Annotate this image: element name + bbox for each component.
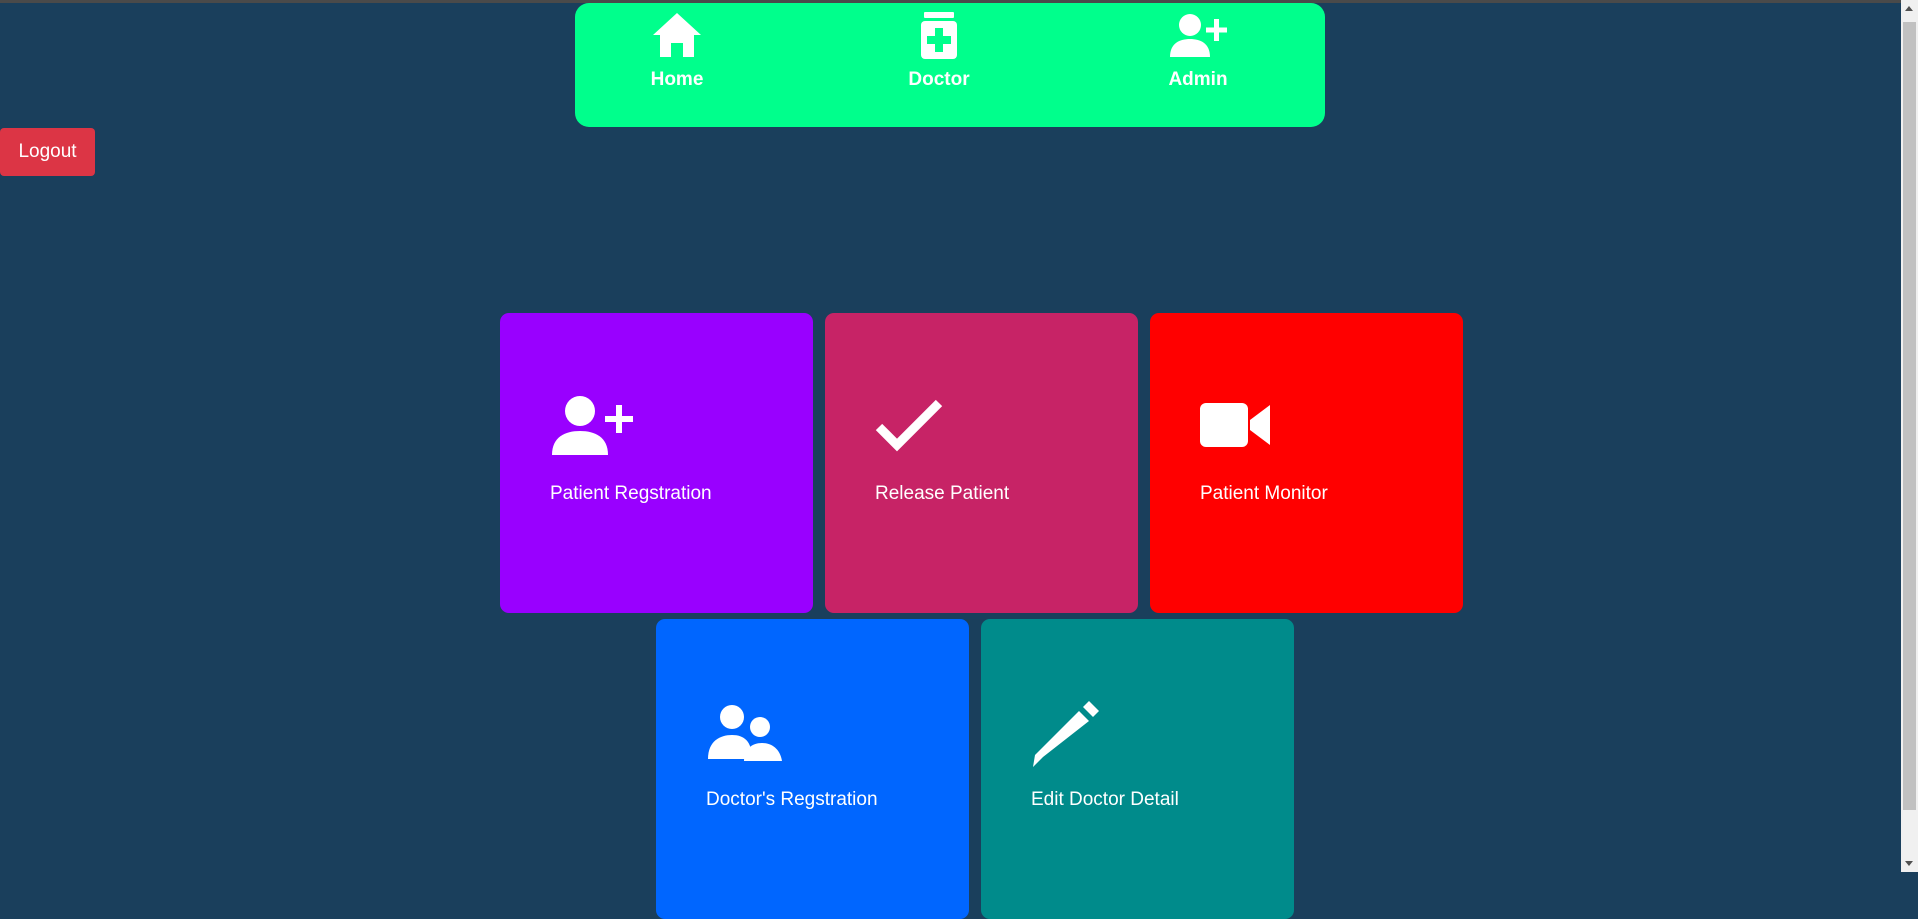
nav-admin-label: Admin <box>1168 69 1228 90</box>
scroll-down-icon[interactable] <box>1905 861 1913 866</box>
card-label: Patient Monitor <box>1200 483 1328 504</box>
top-nav: Home Doctor Admin <box>575 3 1325 127</box>
users-icon <box>706 699 796 769</box>
card-label: Edit Doctor Detail <box>1031 789 1179 810</box>
nav-doctor[interactable]: Doctor <box>879 11 999 91</box>
nav-doctor-label: Doctor <box>908 69 970 90</box>
check-icon <box>875 393 965 463</box>
card-patient-registration[interactable]: Patient Regstration <box>500 313 813 613</box>
video-camera-icon <box>1200 393 1290 463</box>
card-doctors-registration[interactable]: Doctor's Regstration <box>656 619 969 919</box>
vertical-scrollbar[interactable] <box>1901 0 1918 872</box>
user-plus-icon <box>1138 11 1258 61</box>
home-icon <box>617 11 737 61</box>
nav-home-label: Home <box>650 69 704 90</box>
scroll-thumb[interactable] <box>1903 22 1916 810</box>
card-patient-monitor[interactable]: Patient Monitor <box>1150 313 1463 613</box>
nav-home[interactable]: Home <box>617 11 737 91</box>
logout-button[interactable]: Logout <box>0 128 95 176</box>
nav-admin[interactable]: Admin <box>1138 11 1258 91</box>
card-label: Patient Regstration <box>550 483 712 504</box>
user-plus-icon <box>550 393 640 463</box>
medicine-bottle-icon <box>879 11 999 61</box>
scroll-up-icon[interactable] <box>1905 6 1913 11</box>
card-label: Doctor's Regstration <box>706 789 878 810</box>
pencil-icon <box>1031 699 1121 769</box>
card-label: Release Patient <box>875 483 1010 504</box>
card-release-patient[interactable]: Release Patient <box>825 313 1138 613</box>
card-edit-doctor-detail[interactable]: Edit Doctor Detail <box>981 619 1294 919</box>
